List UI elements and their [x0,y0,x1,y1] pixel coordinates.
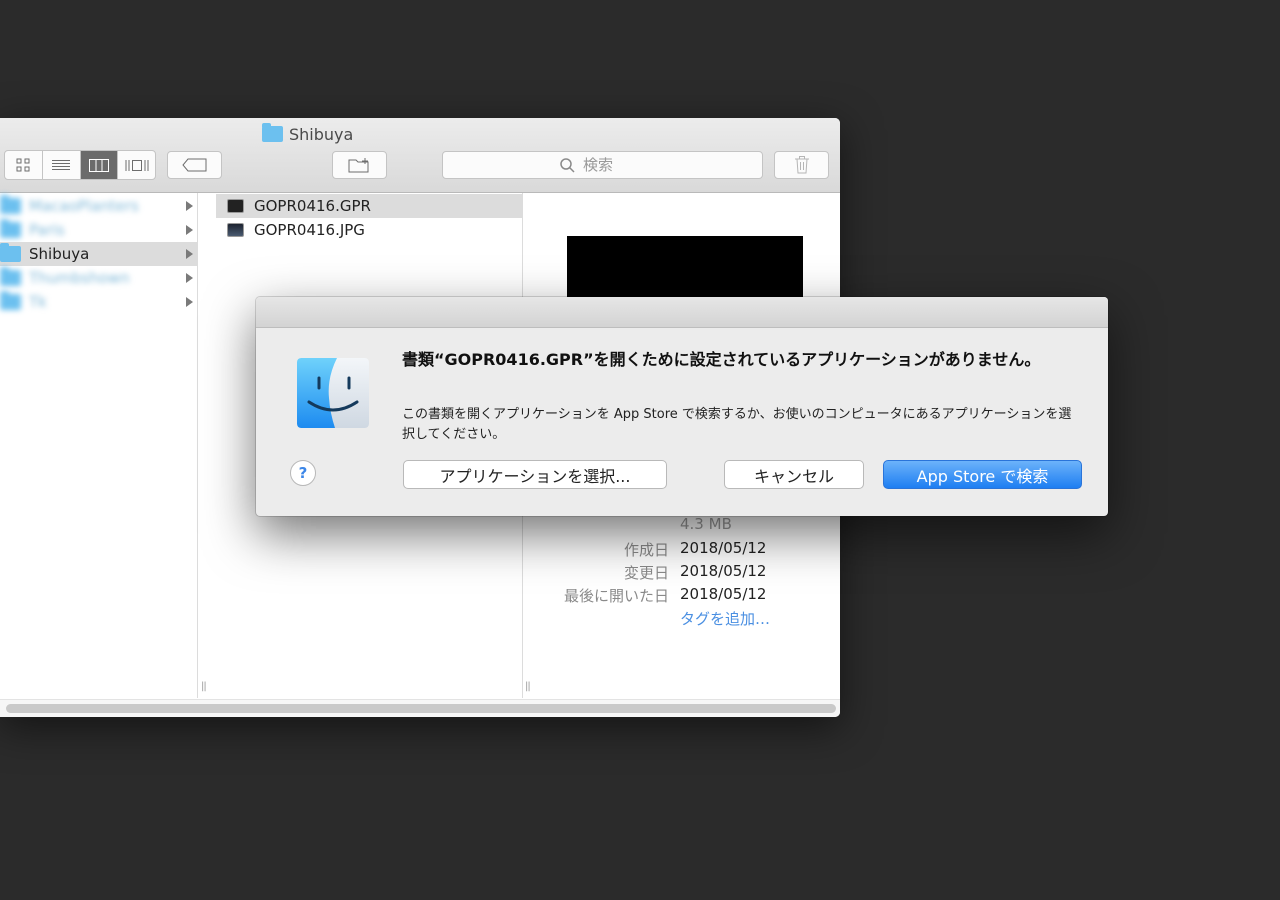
dialog-title-bar [256,297,1108,328]
modified-value: 2018/05/12 [680,562,767,580]
folder-row-selected[interactable]: Shibuya [0,242,197,266]
app-store-search-button[interactable]: App Store で検索 [883,460,1082,489]
folder-label: MacaoPlanters [29,197,139,215]
column-resize-handle[interactable]: || [525,681,531,692]
gpr-file-icon [227,199,244,213]
folder-icon [0,219,21,238]
folder-icon [0,195,21,214]
horizontal-scrollbar[interactable] [6,704,836,713]
new-folder-icon [348,158,368,173]
finder-toolbar: Shibuya [0,118,840,193]
chevron-right-icon [186,225,193,235]
folder-label: Thumbshown [29,269,130,287]
cover-flow-view-button[interactable] [118,151,155,179]
jpg-file-icon [227,223,244,237]
search-icon [560,157,575,173]
no-application-dialog: 書類“GOPR0416.GPR”を開くために設定されているアプリケーションがあり… [256,297,1108,516]
horizontal-scrollbar-track [0,699,840,717]
tag-icon [181,158,206,172]
preview-size: 4.3 MB [541,515,840,535]
folder-label: Shibuya [29,245,90,263]
finder-app-icon [297,358,369,428]
chevron-right-icon [186,297,193,307]
add-tags-link[interactable]: タグを追加… [680,608,770,629]
file-label: GOPR0416.JPG [254,221,365,239]
last-opened-value: 2018/05/12 [680,585,767,603]
grid-icon [16,158,30,172]
window-title-label: Shibuya [289,124,354,144]
folder-icon [0,243,21,262]
columns-icon [88,158,109,172]
chevron-right-icon [186,201,193,211]
help-button[interactable]: ? [290,460,316,486]
folder-label: Paris [29,221,65,239]
dialog-message: この書類を開くアプリケーションを App Store で検索するか、お使いのコン… [402,407,1072,442]
folder-row[interactable]: Thumbshown [0,266,197,290]
size-value: 4.3 MB [680,515,732,533]
list-icon [52,159,71,170]
folder-row[interactable]: Paris [0,218,197,242]
view-mode-control [4,150,156,180]
file-row-selected[interactable]: GOPR0416.GPR [216,194,522,218]
search-field[interactable] [442,151,763,179]
column-resize-handle[interactable]: || [201,681,207,692]
folder-label: Tk [29,293,47,311]
modified-label: 変更日 [623,564,669,582]
folder-row[interactable]: Tk [0,290,197,314]
folder-row[interactable]: MacaoPlanters [0,194,197,218]
folder-icon [0,267,21,286]
modified-meta: 変更日 2018/05/12 [541,562,840,582]
finder-face-icon [297,358,369,428]
file-row[interactable]: GOPR0416.JPG [216,218,522,242]
last-opened-meta: 最後に開いた日 2018/05/12 [541,585,840,605]
search-input[interactable] [581,155,645,175]
tag-button[interactable] [167,151,222,179]
dialog-title: 書類“GOPR0416.GPR”を開くために設定されているアプリケーションがあり… [402,350,1041,369]
chevron-right-icon [186,249,193,259]
folder-icon [0,291,21,310]
list-view-button[interactable] [43,151,81,179]
created-label: 作成日 [623,541,669,559]
cover-flow-icon [125,159,149,171]
cancel-button[interactable]: キャンセル [724,460,864,489]
new-folder-button[interactable] [332,151,387,179]
column-view-button[interactable] [80,151,119,179]
chevron-right-icon [186,273,193,283]
choose-application-button[interactable]: アプリケーションを選択... [403,460,667,489]
created-meta: 作成日 2018/05/12 [541,539,840,559]
created-value: 2018/05/12 [680,539,767,557]
file-label: GOPR0416.GPR [254,197,371,215]
trash-button[interactable] [774,151,829,179]
window-title: Shibuya [262,123,354,144]
last-opened-label: 最後に開いた日 [563,587,669,605]
trash-icon [794,156,809,174]
folder-column: MacaoPlanters Paris Shibuya Thumbshown T… [0,193,207,698]
folder-icon [262,123,283,142]
icon-view-button[interactable] [5,151,43,179]
tags-meta: タグを追加… [541,608,840,628]
